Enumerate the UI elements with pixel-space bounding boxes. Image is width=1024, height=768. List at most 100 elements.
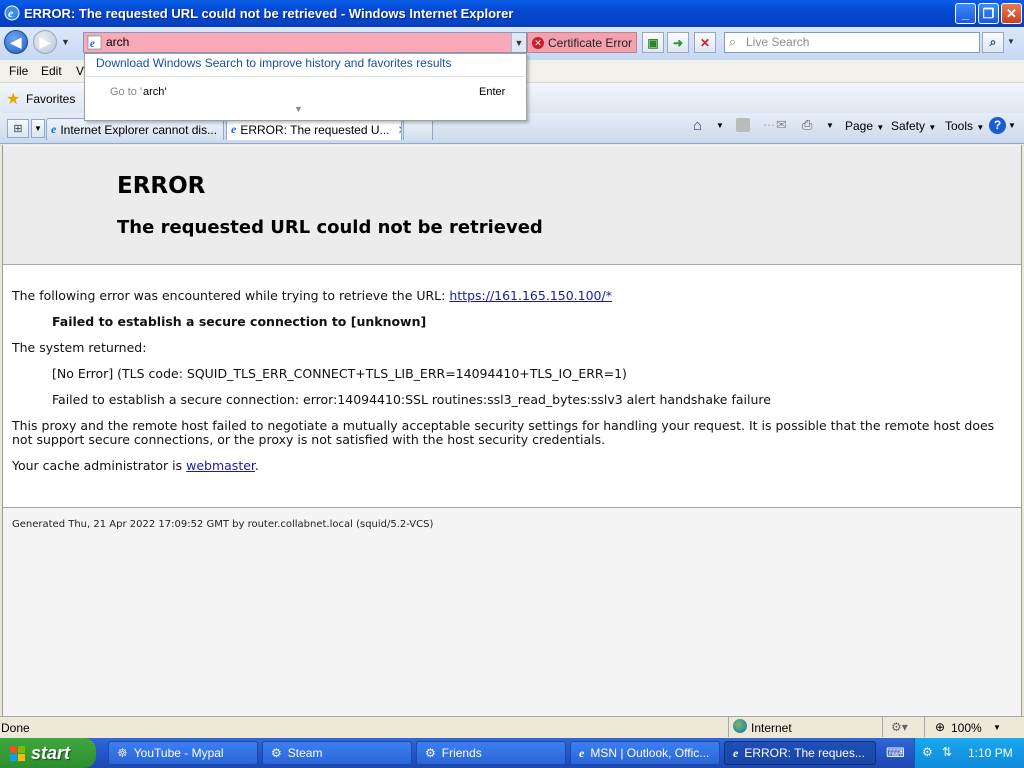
steam-tray-icon[interactable]: ⚙	[922, 745, 933, 759]
page-menu[interactable]: Page ▼	[845, 119, 884, 133]
recent-pages-chevron-icon[interactable]: ▼	[61, 37, 70, 47]
restore-button[interactable]: ❐	[978, 3, 999, 24]
tab-list-chevron-icon[interactable]: ▼	[31, 119, 45, 138]
generated-footer: Generated Thu, 21 Apr 2022 17:09:52 GMT …	[12, 519, 434, 530]
explanation-line-1: This proxy and the remote host failed to…	[12, 418, 995, 433]
help-chevron-icon[interactable]: ▼	[1008, 121, 1016, 130]
system-returned-label: The system returned:	[12, 340, 147, 355]
svg-text:e: e	[8, 6, 14, 20]
page-menu-label: Page	[845, 119, 874, 133]
go-arrow-button[interactable]: ➜	[667, 32, 689, 53]
admin-line: Your cache administrator is webmaster.	[12, 458, 259, 473]
taskbar-item-friends[interactable]: ⚙ Friends	[416, 741, 566, 765]
error-message: Failed to establish a secure connection …	[52, 314, 427, 329]
search-placeholder: Live Search	[746, 35, 810, 49]
close-button[interactable]: ✕	[1001, 3, 1022, 24]
home-chevron-icon[interactable]: ▼	[716, 121, 724, 130]
webmaster-link[interactable]: webmaster	[186, 458, 255, 473]
stop-button[interactable]: ✕	[694, 32, 716, 53]
tab-ie-cannot-display[interactable]: e Internet Explorer cannot dis...	[46, 118, 224, 140]
svg-text:e: e	[90, 38, 95, 50]
tab-ie-icon: e	[231, 122, 237, 136]
home-icon[interactable]: ⌂	[693, 117, 702, 134]
address-bar[interactable]	[83, 32, 527, 53]
shield-error-icon: ✕	[532, 36, 544, 49]
menu-edit[interactable]: Edit	[41, 64, 62, 78]
read-mail-icon[interactable]: ⋯	[763, 118, 775, 132]
download-windows-search-link[interactable]: Download Windows Search to improve histo…	[96, 56, 452, 70]
feeds-icon[interactable]	[736, 118, 750, 132]
tls-code-text: [No Error] (TLS code: SQUID_TLS_ERR_CONN…	[52, 366, 627, 381]
taskbar-item-label: ERROR: The reques...	[744, 746, 865, 760]
steam-friends-icon: ⚙	[425, 746, 436, 760]
new-tab-button[interactable]	[403, 118, 433, 140]
enter-hint: Enter	[479, 86, 506, 98]
explanation-line-2: not support secure connections, or the p…	[12, 432, 606, 447]
favorites-star-icon[interactable]: ★	[6, 89, 20, 109]
tools-menu-label: Tools	[945, 119, 974, 133]
taskbar-item-error-active[interactable]: e ERROR: The reques...	[724, 741, 876, 765]
error-url-prefix: The following error was encountered whil…	[12, 288, 450, 303]
address-dropdown-icon[interactable]: ▼	[511, 33, 526, 52]
error-header-band	[3, 146, 1021, 264]
tab-error-active[interactable]: e ERROR: The requested U... ✕	[226, 118, 402, 140]
taskbar-item-label: MSN | Outlook, Offic...	[590, 746, 710, 760]
error-url-line: The following error was encountered whil…	[12, 288, 612, 303]
goto-term[interactable]: arch'	[143, 86, 167, 98]
keyboard-icon[interactable]: ⌨	[886, 745, 905, 761]
safety-menu-label: Safety	[891, 119, 926, 133]
dropdown-more-chevron-icon[interactable]: ▼	[294, 104, 303, 114]
protected-mode-icon[interactable]: ⚙▾	[891, 720, 908, 734]
search-magnifier-icon: ⌕	[729, 34, 737, 49]
minimize-button[interactable]: _	[955, 3, 976, 24]
steam-icon: ⚙	[271, 746, 282, 760]
tools-menu[interactable]: Tools ▼	[945, 119, 984, 133]
taskbar-item-msn[interactable]: e MSN | Outlook, Offic...	[570, 741, 720, 765]
clock[interactable]: 1:10 PM	[968, 746, 1013, 760]
admin-suffix: .	[254, 458, 259, 473]
tab-label: ERROR: The requested U...	[240, 122, 390, 137]
menu-file[interactable]: File	[9, 64, 28, 78]
zoom-chevron-icon[interactable]: ▼	[993, 723, 1001, 732]
divider	[3, 507, 1021, 508]
status-bar	[0, 716, 1024, 739]
favorites-button[interactable]: Favorites	[26, 92, 75, 106]
network-tray-icon[interactable]: ⇅	[942, 745, 952, 759]
search-options-chevron-icon[interactable]: ▼	[1007, 37, 1015, 46]
forward-button[interactable]: ▶	[33, 30, 57, 54]
error-url-link[interactable]: https://161.165.150.100/*	[449, 288, 612, 303]
zoom-level[interactable]: 100%	[951, 721, 982, 735]
status-divider	[728, 717, 729, 737]
taskbar-item-steam[interactable]: ⚙ Steam	[262, 741, 412, 765]
ie-icon: e	[579, 745, 585, 760]
certificate-error-button[interactable]: ✕ Certificate Error	[527, 32, 637, 53]
error-subheading: The requested URL could not be retrieved	[117, 217, 543, 238]
zone-label[interactable]: Internet	[751, 721, 792, 735]
status-text: Done	[1, 721, 30, 735]
goto-label[interactable]: Go to '	[110, 86, 142, 98]
search-button[interactable]: ⌕	[982, 32, 1004, 53]
help-icon[interactable]: ?	[989, 117, 1006, 134]
internet-zone-globe-icon	[733, 719, 747, 733]
start-label: start	[31, 742, 71, 763]
ssl-error-text: Failed to establish a secure connection:…	[52, 392, 771, 407]
certificate-error-label: Certificate Error	[548, 35, 633, 50]
start-button[interactable]: start	[0, 738, 96, 768]
tab-close-icon[interactable]: ✕	[398, 123, 401, 137]
title-bar: e ERROR: The requested URL could not be …	[0, 0, 1024, 27]
taskbar-item-youtube[interactable]: ☸ YouTube - Mypal	[108, 741, 258, 765]
mail-icon[interactable]: ✉	[776, 117, 787, 133]
window-title: ERROR: The requested URL could not be re…	[24, 6, 514, 21]
safety-menu[interactable]: Safety ▼	[891, 119, 936, 133]
taskbar-item-label: Steam	[287, 746, 323, 760]
address-input-value[interactable]: arch	[106, 35, 129, 49]
print-chevron-icon[interactable]: ▼	[826, 121, 834, 130]
page-ie-icon: e	[87, 35, 102, 50]
zoom-magnifier-icon[interactable]: ⊕	[935, 720, 945, 734]
taskbar-item-label: Friends	[441, 746, 482, 760]
compatibility-icon[interactable]: ▣	[642, 32, 664, 53]
back-button[interactable]: ◀	[4, 30, 28, 54]
ie-logo-icon: e	[4, 5, 20, 21]
print-icon[interactable]: ⎙	[802, 117, 812, 133]
quick-tabs-icon[interactable]: ⊞	[7, 119, 29, 138]
